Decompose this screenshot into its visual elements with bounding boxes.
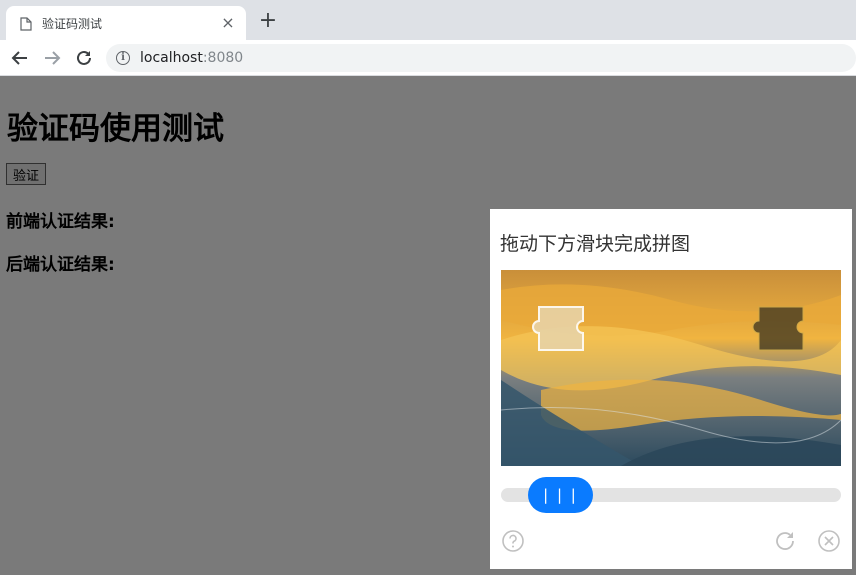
- browser-toolbar: i localhost:8080: [0, 40, 856, 76]
- captcha-dialog: 拖动下方滑块完成拼图 | | |: [490, 209, 852, 569]
- verify-button[interactable]: 验证: [6, 163, 47, 185]
- forward-arrow-icon[interactable]: [40, 46, 64, 70]
- tab-strip: 验证码测试 × +: [0, 0, 856, 40]
- refresh-icon[interactable]: [773, 529, 797, 553]
- slider-handle[interactable]: | | |: [528, 477, 593, 513]
- help-icon[interactable]: [501, 529, 525, 553]
- doc-icon: [20, 16, 32, 31]
- puzzle-image: [501, 270, 841, 466]
- captcha-title: 拖动下方滑块完成拼图: [500, 233, 691, 255]
- tab-close-icon[interactable]: ×: [220, 15, 236, 31]
- new-tab-button[interactable]: +: [256, 10, 280, 34]
- puzzle-gap: [752, 306, 804, 351]
- url-host: localhost: [140, 50, 203, 66]
- back-result-label: 后端认证结果:: [6, 255, 115, 275]
- tab-title: 验证码测试: [42, 16, 103, 31]
- close-circle-icon[interactable]: [817, 529, 841, 553]
- page-title: 验证码使用测试: [7, 111, 224, 147]
- reload-icon[interactable]: [72, 46, 96, 70]
- front-result-label: 前端认证结果:: [6, 212, 115, 232]
- info-icon[interactable]: i: [116, 51, 130, 65]
- back-arrow-icon[interactable]: [8, 46, 32, 70]
- browser-tab[interactable]: 验证码测试 ×: [6, 6, 246, 40]
- puzzle-piece: [532, 306, 584, 351]
- address-bar[interactable]: i localhost:8080: [106, 44, 856, 72]
- url-port: :8080: [202, 50, 244, 66]
